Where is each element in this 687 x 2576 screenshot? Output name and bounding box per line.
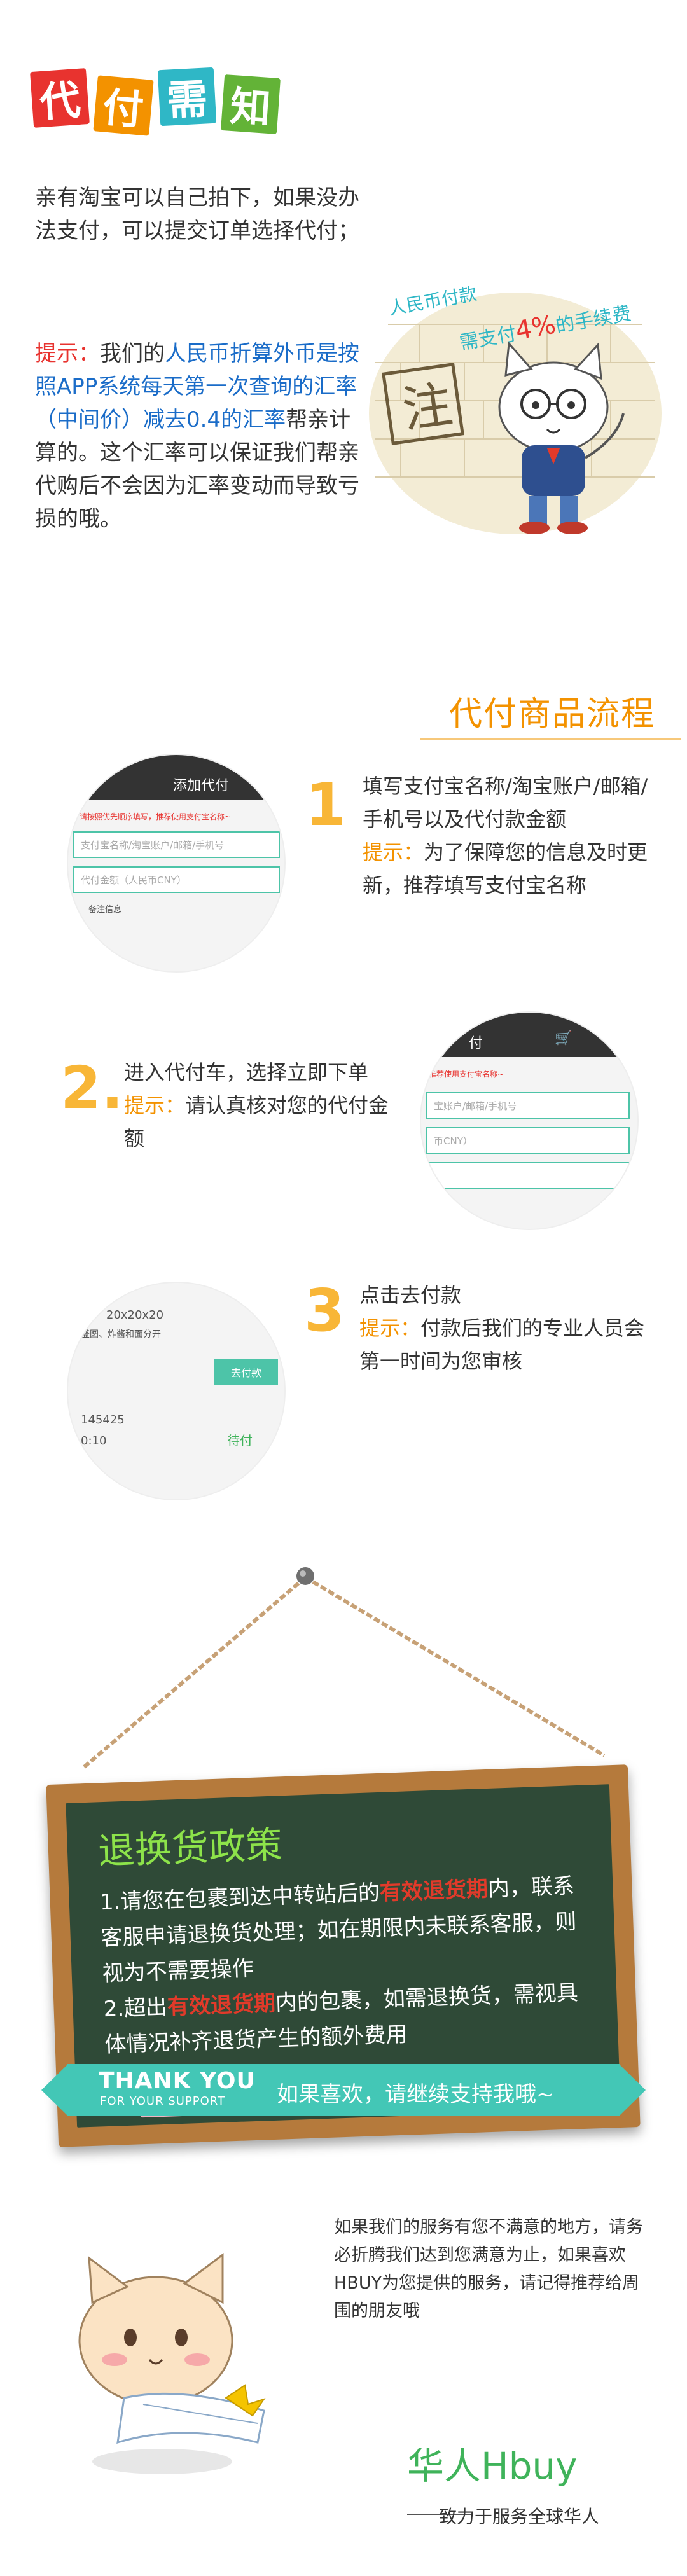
board-l2b: 有效退货期 [167, 1990, 276, 2020]
step3-main: 点击去付款 [359, 1283, 462, 1307]
step2-text: 进入代付车，选择立即下单 提示：请认真核对您的代付金额 [124, 1056, 404, 1155]
step1-shot-field1: 支付宝名称/淘宝账户/邮箱/手机号 [73, 831, 280, 858]
svg-text:注: 注 [399, 376, 456, 440]
step2-shot-field1: 宝账户/邮箱/手机号 [426, 1092, 630, 1119]
thank-you-text: THANK YOU [99, 2068, 256, 2094]
board-title: 退换货政策 [97, 1823, 284, 1873]
step1-shot-field2: 代付金额（人民币CNY） [73, 866, 280, 893]
step1-shot-title: 添加代付 [173, 778, 230, 794]
cat-mascot [54, 2233, 296, 2487]
board-l2a: 2.超出 [103, 1994, 168, 2023]
step2-screenshot: 付 🛒 推荐使用支付宝名称~ 宝账户/邮箱/手机号 币CNY） [420, 1011, 639, 1230]
title-char-1: 代 [30, 68, 90, 128]
step3-text: 点击去付款 提示：付款后我们的专业人员会第一时间为您审核 [359, 1278, 658, 1378]
step2-shot-title: 付 [469, 1035, 483, 1051]
step2-shot-field2: 币CNY） [426, 1127, 630, 1154]
title-char-3: 需 [157, 67, 217, 127]
title-char-2: 付 [93, 75, 154, 136]
step3-tip-label: 提示： [359, 1316, 421, 1340]
footer-message: 如果我们的服务有您不满意的地方，请务必折腾我们达到您满意为止，如果喜欢HBUY为… [334, 2217, 643, 2321]
step2-shot-field3 [426, 1162, 630, 1189]
step3-shot-button: 去付款 [214, 1359, 278, 1385]
step2-shot-warning: 推荐使用支付宝名称~ [429, 1070, 504, 1079]
board-hanging-string [81, 1567, 606, 1770]
step3-shot-line2: 盛图、炸酱和面分开 [81, 1329, 161, 1340]
mascot-illustration: 注 人民币付款 需支付4%的手续费 [363, 274, 668, 541]
banner-message: 如果喜欢，请继续支持我哦~ [277, 2082, 555, 2107]
step1-number: 1 [305, 771, 347, 839]
step2-tip-label: 提示： [124, 1093, 186, 1118]
step2-main: 进入代付车，选择立即下单 [124, 1060, 369, 1084]
step1-text: 填写支付宝名称/淘宝账户/邮箱/手机号以及代付款金额 提示：为了保障您的信息及时… [363, 770, 655, 902]
step2-shot-header: 付 🛒 [421, 1013, 637, 1057]
step3-shot-status: 待付 [227, 1433, 253, 1448]
title-char-4: 知 [221, 74, 281, 134]
step1-screenshot: 添加代付 请按照优先顺序填写，推荐使用支付宝名称~ 支付宝名称/淘宝账户/邮箱/… [67, 754, 286, 973]
step1-shot-note: 备注信息 [88, 905, 122, 915]
board-l1a: 1.请您在包裹到达中转站后的 [99, 1880, 380, 1916]
step2-number: 2. [60, 1054, 123, 1122]
cart-icon: 🛒 [555, 1030, 572, 1046]
page-title: 代 付 需 知 [30, 64, 305, 146]
step1-tip-label: 提示： [363, 840, 424, 864]
step3-shot-line1: 20x20x20 [106, 1308, 164, 1322]
step3-shot-line4: 0:10 [81, 1434, 107, 1448]
exchange-tip: 提示：我们的人民币折算外币是按照APP系统每天第一次查询的汇率（中间价）减去0.… [35, 337, 369, 536]
board-l1b: 有效退货期 [379, 1876, 489, 1906]
tip-part1: 我们的 [100, 341, 165, 366]
thank-you-banner: THANK YOU FOR YOUR SUPPORT 如果喜欢，请继续支持我哦~ [41, 2064, 646, 2116]
flow-heading: 代付商品流程 [448, 695, 655, 733]
step1-shot-header: 添加代付 [68, 755, 284, 800]
step3-number: 3 [304, 1277, 345, 1345]
support-text: FOR YOUR SUPPORT [100, 2095, 226, 2108]
tip-label: 提示： [35, 341, 100, 366]
step3-screenshot: 20x20x20 盛图、炸酱和面分开 去付款 145425 0:10 待付 [67, 1282, 286, 1500]
brand-name: 华人Hbuy [407, 2444, 578, 2488]
step1-shot-warning: 请按照优先顺序填写，推荐使用支付宝名称~ [80, 812, 232, 821]
step1-main: 填写支付宝名称/淘宝账户/邮箱/手机号以及代付款金额 [363, 774, 648, 831]
flow-heading-underline [420, 738, 681, 740]
step3-shot-line3: 145425 [81, 1413, 125, 1427]
brand-slogan: 致力于服务全球华人 [439, 2506, 600, 2527]
board-text: 1.请您在包裹到达中转站后的有效退货期内，联系客服申请退换货处理；如在期限内未联… [99, 1867, 601, 2063]
intro-text: 亲有淘宝可以自己拍下，如果没办法支付，可以提交订单选择代付； [35, 185, 359, 244]
